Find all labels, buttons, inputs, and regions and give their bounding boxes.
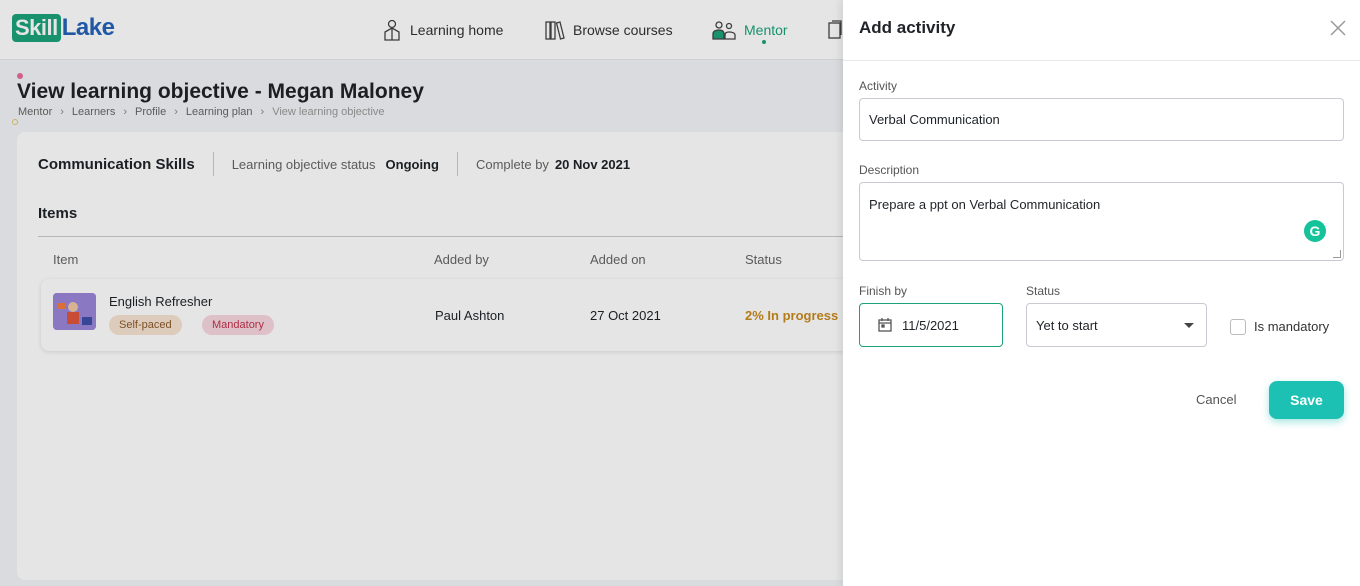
calendar-icon (878, 318, 892, 332)
close-button[interactable] (1329, 19, 1347, 37)
description-value: Prepare a ppt on Verbal Communication (869, 197, 1101, 212)
modal-backdrop[interactable] (0, 0, 843, 586)
close-icon (1330, 20, 1346, 36)
cancel-button[interactable]: Cancel (1196, 392, 1236, 407)
is-mandatory-label[interactable]: Is mandatory (1254, 319, 1329, 334)
activity-input[interactable]: Verbal Communication (859, 98, 1344, 141)
divider (843, 60, 1360, 61)
description-label: Description (859, 163, 920, 177)
resize-handle[interactable] (1333, 250, 1341, 258)
add-activity-drawer: Add activity Activity Verbal Communicati… (843, 0, 1360, 586)
status-select[interactable]: Yet to start (1026, 303, 1207, 347)
finish-by-date-input[interactable]: 11/5/2021 (859, 303, 1003, 347)
save-button[interactable]: Save (1269, 381, 1344, 419)
activity-value: Verbal Communication (869, 112, 1000, 127)
finish-by-label: Finish by (859, 284, 908, 298)
is-mandatory-checkbox[interactable] (1230, 319, 1246, 335)
activity-label: Activity (859, 79, 898, 93)
drawer-title: Add activity (859, 18, 956, 37)
status-label: Status (1026, 284, 1061, 298)
caret-down-icon (1184, 323, 1194, 328)
status-select-value: Yet to start (1036, 317, 1098, 333)
grammarly-icon[interactable]: G (1304, 220, 1326, 242)
description-textarea[interactable]: Prepare a ppt on Verbal Communication G (859, 182, 1344, 261)
finish-by-value: 11/5/2021 (902, 317, 959, 333)
